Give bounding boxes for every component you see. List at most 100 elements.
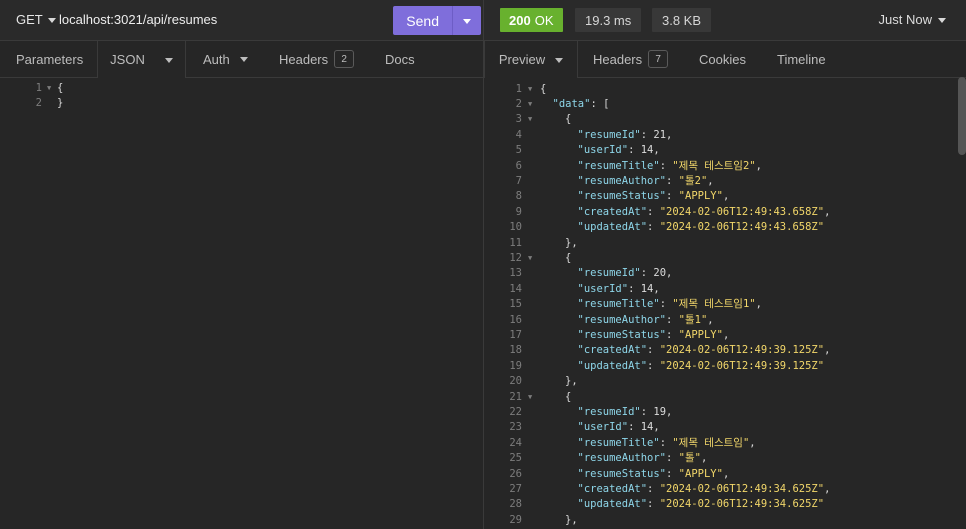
send-options-button[interactable] xyxy=(452,6,481,35)
line-number: 13 xyxy=(509,267,522,280)
request-pane: GET localhost:3021/api/resumes Send Para… xyxy=(0,0,483,529)
fold-arrow-icon[interactable]: ▼ xyxy=(528,251,532,266)
send-button[interactable]: Send xyxy=(393,6,481,35)
tab-response-headers[interactable]: Headers 7 xyxy=(593,41,669,77)
json-text: "userId": 14, xyxy=(578,143,660,158)
tab-timeline[interactable]: Timeline xyxy=(777,41,826,77)
json-text: "resumeStatus": "APPLY", xyxy=(578,189,730,204)
json-key: "createdAt" xyxy=(577,205,648,218)
json-punctuation: : xyxy=(647,359,660,372)
line-number: 10 xyxy=(509,221,522,234)
json-punctuation: : xyxy=(640,128,654,141)
headers-count-badge: 2 xyxy=(334,50,355,68)
json-punctuation: : xyxy=(647,205,660,218)
json-text: "updatedAt": "2024-02-06T12:49:43.658Z" xyxy=(578,220,825,235)
chevron-down-icon xyxy=(938,17,946,23)
json-line: 13 "resumeId": 20, xyxy=(484,266,954,281)
json-line: 16 "resumeAuthor": "톨1", xyxy=(484,313,954,328)
json-key: "resumeAuthor" xyxy=(577,452,667,465)
tab-headers[interactable]: Headers 2 xyxy=(279,41,355,77)
json-text: "resumeStatus": "APPLY", xyxy=(578,328,730,343)
json-string: "제목 테스트임" xyxy=(672,436,750,449)
json-number: 20 xyxy=(653,267,667,280)
json-key: "updatedAt" xyxy=(577,359,648,372)
json-string: "톨2" xyxy=(678,174,708,187)
line-number: 16 xyxy=(509,313,522,326)
json-punctuation: , xyxy=(824,205,831,218)
line-number: 26 xyxy=(509,467,522,480)
json-line: 4 "resumeId": 21, xyxy=(484,128,954,143)
json-line: 5 "userId": 14, xyxy=(484,143,954,158)
code-text: { xyxy=(57,82,64,94)
json-text: "createdAt": "2024-02-06T12:49:43.658Z", xyxy=(578,205,831,220)
line-number: 2 xyxy=(35,97,42,110)
json-text: "resumeAuthor": "톨", xyxy=(578,451,708,466)
chevron-down-icon xyxy=(555,57,564,63)
fold-arrow-icon[interactable]: ▼ xyxy=(528,97,532,112)
status-text: OK xyxy=(534,12,554,28)
line-number: 2 xyxy=(515,97,522,110)
json-punctuation: }, xyxy=(565,375,578,388)
response-scrollbar[interactable] xyxy=(958,77,966,155)
fold-arrow-icon[interactable]: ▼ xyxy=(528,82,532,97)
json-punctuation: , xyxy=(707,174,714,187)
json-punctuation: , xyxy=(707,313,714,326)
json-punctuation: : xyxy=(647,344,660,357)
json-punctuation: { xyxy=(540,82,547,95)
line-number: 27 xyxy=(509,482,522,495)
line-number: 7 xyxy=(515,174,522,187)
status-badge: 200 OK xyxy=(500,8,563,32)
line-number: 17 xyxy=(509,328,522,341)
json-text: "updatedAt": "2024-02-06T12:49:34.625Z" xyxy=(578,497,825,512)
json-text: { xyxy=(565,251,571,266)
json-punctuation: { xyxy=(565,251,572,264)
tab-label: Preview xyxy=(498,52,546,67)
tab-preview[interactable]: Preview xyxy=(484,41,578,78)
tab-json[interactable]: JSON xyxy=(97,41,186,78)
json-key: "resumeTitle" xyxy=(577,298,660,311)
json-key: "createdAt" xyxy=(577,482,648,495)
method-label: GET xyxy=(16,12,43,27)
fold-arrow-icon[interactable]: ▼ xyxy=(47,81,51,96)
json-punctuation: { xyxy=(565,113,572,126)
json-line: 2 ▼ "data": [ xyxy=(484,97,954,112)
json-text: "userId": 14, xyxy=(578,420,660,435)
line-number: 23 xyxy=(509,421,522,434)
json-string: "톨1" xyxy=(678,313,708,326)
url-input[interactable]: localhost:3021/api/resumes xyxy=(59,12,217,27)
tab-parameters[interactable]: Parameters xyxy=(16,41,83,77)
line-number: 20 xyxy=(509,375,522,388)
line-number: 8 xyxy=(515,190,522,203)
json-text: "resumeTitle": "제목 테스트임2", xyxy=(578,159,762,174)
json-string: "APPLY" xyxy=(678,328,723,341)
json-punctuation: : xyxy=(647,498,660,511)
history-dropdown[interactable]: Just Now xyxy=(879,12,946,27)
line-number: 18 xyxy=(509,344,522,357)
json-key: "data" xyxy=(552,97,591,110)
json-string: "2024-02-06T12:49:39.125Z" xyxy=(659,359,825,372)
json-key: "updatedAt" xyxy=(577,221,648,234)
json-key: "userId" xyxy=(577,421,629,434)
tab-auth[interactable]: Auth xyxy=(203,41,248,77)
fold-arrow-icon[interactable]: ▼ xyxy=(528,112,532,127)
line-number: 11 xyxy=(509,236,522,249)
tab-label: Docs xyxy=(385,51,415,67)
json-text: "createdAt": "2024-02-06T12:49:39.125Z", xyxy=(578,343,831,358)
history-label: Just Now xyxy=(878,12,932,27)
fold-arrow-icon[interactable]: ▼ xyxy=(528,390,532,405)
line-number: 24 xyxy=(509,436,522,449)
chevron-down-icon xyxy=(164,57,173,63)
tab-cookies[interactable]: Cookies xyxy=(699,41,746,77)
json-punctuation: , xyxy=(653,282,660,295)
json-number: 21 xyxy=(653,128,667,141)
json-punctuation: , xyxy=(666,267,673,280)
line-number: 1 xyxy=(515,82,522,95)
json-text: "userId": 14, xyxy=(578,282,660,297)
method-selector[interactable]: GET xyxy=(16,12,56,27)
json-line: 11}, xyxy=(484,236,954,251)
json-punctuation: { xyxy=(565,390,572,403)
json-key: "resumeId" xyxy=(577,128,641,141)
json-punctuation: , xyxy=(653,421,660,434)
tab-docs[interactable]: Docs xyxy=(385,41,415,77)
json-punctuation: : xyxy=(628,144,641,157)
